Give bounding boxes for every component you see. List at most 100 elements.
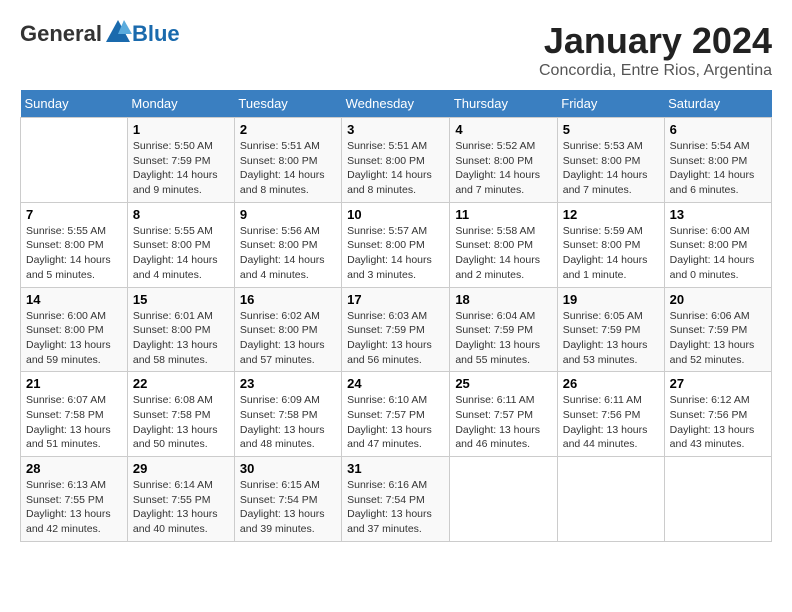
- calendar-cell: 20 Sunrise: 6:06 AM Sunset: 7:59 PM Dayli…: [664, 287, 771, 372]
- logo-blue-text: Blue: [132, 21, 180, 47]
- calendar-week-row: 7 Sunrise: 5:55 AM Sunset: 8:00 PM Daylig…: [21, 202, 772, 287]
- day-number: 26: [563, 376, 659, 391]
- day-info: Sunrise: 5:51 AM Sunset: 8:00 PM Dayligh…: [347, 139, 444, 198]
- logo-general-text: General: [20, 21, 102, 47]
- calendar-cell: 12 Sunrise: 5:59 AM Sunset: 8:00 PM Dayli…: [557, 202, 664, 287]
- day-number: 24: [347, 376, 444, 391]
- calendar-cell: 24Sunrise: 6:10 AM Sunset: 7:57 PM Dayli…: [342, 372, 450, 457]
- day-info: Sunrise: 6:16 AM Sunset: 7:54 PM Dayligh…: [347, 478, 444, 537]
- calendar-week-row: 28 Sunrise: 6:13 AM Sunset: 7:55 PM Dayli…: [21, 457, 772, 542]
- day-number: 10: [347, 207, 444, 222]
- calendar-week-row: 1 Sunrise: 5:50 AM Sunset: 7:59 PM Daylig…: [21, 118, 772, 203]
- day-info: Sunrise: 5:55 AM Sunset: 8:00 PM Dayligh…: [133, 224, 229, 283]
- page-header: General Blue January 2024 Concordia, Ent…: [20, 20, 772, 80]
- calendar-cell: 31 Sunrise: 6:16 AM Sunset: 7:54 PM Dayli…: [342, 457, 450, 542]
- day-info: Sunrise: 6:11 AM Sunset: 7:56 PM Dayligh…: [563, 393, 659, 452]
- calendar-week-row: 14 Sunrise: 6:00 AM Sunset: 8:00 PM Dayli…: [21, 287, 772, 372]
- day-number: 29: [133, 461, 229, 476]
- day-info: Sunrise: 5:59 AM Sunset: 8:00 PM Dayligh…: [563, 224, 659, 283]
- day-info: Sunrise: 6:13 AM Sunset: 7:55 PM Dayligh…: [26, 478, 122, 537]
- day-number: 12: [563, 207, 659, 222]
- logo: General Blue: [20, 20, 180, 48]
- calendar-cell: 22 Sunrise: 6:08 AM Sunset: 7:58 PM Dayli…: [127, 372, 234, 457]
- day-number: 1: [133, 122, 229, 137]
- day-number: 3: [347, 122, 444, 137]
- day-number: 19: [563, 292, 659, 307]
- day-info: Sunrise: 6:00 AM Sunset: 8:00 PM Dayligh…: [670, 224, 766, 283]
- calendar-cell: 1 Sunrise: 5:50 AM Sunset: 7:59 PM Daylig…: [127, 118, 234, 203]
- day-info: Sunrise: 5:50 AM Sunset: 7:59 PM Dayligh…: [133, 139, 229, 198]
- day-info: Sunrise: 6:01 AM Sunset: 8:00 PM Dayligh…: [133, 309, 229, 368]
- day-info: Sunrise: 5:55 AM Sunset: 8:00 PM Dayligh…: [26, 224, 122, 283]
- day-number: 6: [670, 122, 766, 137]
- calendar-cell: [557, 457, 664, 542]
- weekday-header-saturday: Saturday: [664, 90, 771, 118]
- day-number: 11: [455, 207, 551, 222]
- day-number: 28: [26, 461, 122, 476]
- calendar-cell: 9 Sunrise: 5:56 AM Sunset: 8:00 PM Daylig…: [234, 202, 341, 287]
- day-number: 2: [240, 122, 336, 137]
- weekday-header-friday: Friday: [557, 90, 664, 118]
- day-info: Sunrise: 5:54 AM Sunset: 8:00 PM Dayligh…: [670, 139, 766, 198]
- day-info: Sunrise: 6:15 AM Sunset: 7:54 PM Dayligh…: [240, 478, 336, 537]
- day-number: 16: [240, 292, 336, 307]
- day-info: Sunrise: 6:06 AM Sunset: 7:59 PM Dayligh…: [670, 309, 766, 368]
- calendar-cell: 16 Sunrise: 6:02 AM Sunset: 8:00 PM Dayli…: [234, 287, 341, 372]
- day-number: 7: [26, 207, 122, 222]
- month-year-title: January 2024: [539, 20, 772, 62]
- calendar-cell: 3 Sunrise: 5:51 AM Sunset: 8:00 PM Daylig…: [342, 118, 450, 203]
- title-block: January 2024 Concordia, Entre Rios, Arge…: [539, 20, 772, 80]
- weekday-header-tuesday: Tuesday: [234, 90, 341, 118]
- calendar-cell: 14 Sunrise: 6:00 AM Sunset: 8:00 PM Dayli…: [21, 287, 128, 372]
- day-number: 17: [347, 292, 444, 307]
- calendar-cell: 30 Sunrise: 6:15 AM Sunset: 7:54 PM Dayli…: [234, 457, 341, 542]
- calendar-cell: [450, 457, 557, 542]
- day-number: 30: [240, 461, 336, 476]
- day-info: Sunrise: 6:04 AM Sunset: 7:59 PM Dayligh…: [455, 309, 551, 368]
- day-number: 4: [455, 122, 551, 137]
- day-info: Sunrise: 6:00 AM Sunset: 8:00 PM Dayligh…: [26, 309, 122, 368]
- day-info: Sunrise: 6:11 AM Sunset: 7:57 PM Dayligh…: [455, 393, 551, 452]
- calendar-cell: 15Sunrise: 6:01 AM Sunset: 8:00 PM Dayli…: [127, 287, 234, 372]
- calendar-cell: 18Sunrise: 6:04 AM Sunset: 7:59 PM Dayli…: [450, 287, 557, 372]
- day-info: Sunrise: 6:03 AM Sunset: 7:59 PM Dayligh…: [347, 309, 444, 368]
- calendar-cell: 27Sunrise: 6:12 AM Sunset: 7:56 PM Dayli…: [664, 372, 771, 457]
- day-number: 9: [240, 207, 336, 222]
- calendar-cell: 23Sunrise: 6:09 AM Sunset: 7:58 PM Dayli…: [234, 372, 341, 457]
- weekday-header-wednesday: Wednesday: [342, 90, 450, 118]
- weekday-header-row: SundayMondayTuesdayWednesdayThursdayFrid…: [21, 90, 772, 118]
- day-info: Sunrise: 6:08 AM Sunset: 7:58 PM Dayligh…: [133, 393, 229, 452]
- day-number: 5: [563, 122, 659, 137]
- logo-icon: [104, 18, 132, 46]
- day-info: Sunrise: 5:57 AM Sunset: 8:00 PM Dayligh…: [347, 224, 444, 283]
- calendar-cell: 7 Sunrise: 5:55 AM Sunset: 8:00 PM Daylig…: [21, 202, 128, 287]
- day-info: Sunrise: 6:02 AM Sunset: 8:00 PM Dayligh…: [240, 309, 336, 368]
- day-number: 20: [670, 292, 766, 307]
- day-number: 14: [26, 292, 122, 307]
- day-info: Sunrise: 6:12 AM Sunset: 7:56 PM Dayligh…: [670, 393, 766, 452]
- calendar-cell: 28 Sunrise: 6:13 AM Sunset: 7:55 PM Dayli…: [21, 457, 128, 542]
- calendar-cell: 11Sunrise: 5:58 AM Sunset: 8:00 PM Dayli…: [450, 202, 557, 287]
- calendar-cell: 13 Sunrise: 6:00 AM Sunset: 8:00 PM Dayli…: [664, 202, 771, 287]
- calendar-cell: 8Sunrise: 5:55 AM Sunset: 8:00 PM Daylig…: [127, 202, 234, 287]
- day-info: Sunrise: 5:56 AM Sunset: 8:00 PM Dayligh…: [240, 224, 336, 283]
- day-info: Sunrise: 6:07 AM Sunset: 7:58 PM Dayligh…: [26, 393, 122, 452]
- calendar-cell: 25Sunrise: 6:11 AM Sunset: 7:57 PM Dayli…: [450, 372, 557, 457]
- day-number: 13: [670, 207, 766, 222]
- day-number: 22: [133, 376, 229, 391]
- calendar-week-row: 21 Sunrise: 6:07 AM Sunset: 7:58 PM Dayli…: [21, 372, 772, 457]
- calendar-cell: 4 Sunrise: 5:52 AM Sunset: 8:00 PM Daylig…: [450, 118, 557, 203]
- day-number: 31: [347, 461, 444, 476]
- weekday-header-thursday: Thursday: [450, 90, 557, 118]
- calendar-cell: 17 Sunrise: 6:03 AM Sunset: 7:59 PM Dayli…: [342, 287, 450, 372]
- day-info: Sunrise: 5:51 AM Sunset: 8:00 PM Dayligh…: [240, 139, 336, 198]
- calendar-cell: 6 Sunrise: 5:54 AM Sunset: 8:00 PM Daylig…: [664, 118, 771, 203]
- calendar-cell: 19Sunrise: 6:05 AM Sunset: 7:59 PM Dayli…: [557, 287, 664, 372]
- day-info: Sunrise: 5:52 AM Sunset: 8:00 PM Dayligh…: [455, 139, 551, 198]
- calendar-cell: 26 Sunrise: 6:11 AM Sunset: 7:56 PM Dayli…: [557, 372, 664, 457]
- calendar-cell: 10 Sunrise: 5:57 AM Sunset: 8:00 PM Dayli…: [342, 202, 450, 287]
- calendar-cell: [21, 118, 128, 203]
- location-subtitle: Concordia, Entre Rios, Argentina: [539, 62, 772, 80]
- day-number: 21: [26, 376, 122, 391]
- day-info: Sunrise: 6:14 AM Sunset: 7:55 PM Dayligh…: [133, 478, 229, 537]
